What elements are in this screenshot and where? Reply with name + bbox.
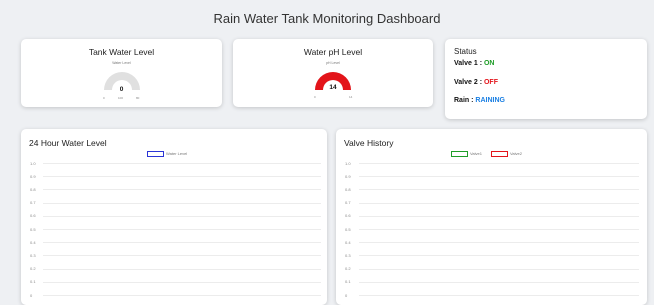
y-tick-label: 0.8 [30,186,36,192]
grid-line [43,189,321,191]
legend-swatch [147,151,164,157]
y-tick-label: 0.9 [30,173,36,179]
legend-item[interactable]: Water Level [147,151,187,157]
valve2-status: Valve 2 : OFF [454,79,498,86]
tank-min-label: 0 [103,96,105,100]
grid-line [359,202,639,204]
valve-history-chart-title: Valve History [344,138,394,148]
grid-line [359,255,639,257]
tank-max-label: 80 [136,96,140,100]
tank-level-title: Tank Water Level [88,47,155,57]
ph-gauge-label: pH Level [326,61,340,65]
y-tick-label: 0.7 [345,200,351,206]
tank-gauge-label: Water Level [112,61,131,65]
grid-line [43,255,321,257]
valve1-label: Valve 1 : [454,60,484,67]
grid-line [43,202,321,204]
ph-min-label: 0 [314,95,316,99]
rain-label: Rain : [454,97,476,104]
grid-line [43,295,321,296]
y-tick-label: 1.0 [30,160,36,166]
y-tick-label: 0.1 [30,279,36,285]
grid-line [43,229,321,230]
grid-line [359,189,639,191]
y-tick-label: 0.4 [30,239,36,245]
ph-max-label: 14 [349,95,353,99]
y-tick-label: 1.0 [345,160,351,166]
legend-item[interactable]: Valve1 [451,151,482,157]
water-level-chart-title: 24 Hour Water Level [29,138,107,148]
valve1-value: ON [483,60,495,67]
y-tick-label: 0.6 [345,213,351,219]
y-tick-label: 0.5 [30,226,36,232]
grid-line [359,268,639,270]
grid-line [43,215,321,217]
valve1-status: Valve 1 : ON [454,60,494,67]
ph-level-value: 14 [329,84,337,91]
legend-swatch [491,151,508,157]
grid-line [359,163,639,164]
legend-label: Valve2 [510,151,522,157]
grid-line [359,242,639,244]
y-tick-label: 0.2 [345,266,351,272]
legend-item[interactable]: Valve2 [491,151,522,157]
grid-line [359,229,639,230]
valve2-value: OFF [483,79,498,86]
tank-level-value: 0 [119,86,124,93]
water-level-chart-card: 24 Hour Water Level 1.0 0.9 0.8 0.7 0.6 0.5 0.… [21,129,327,305]
legend-swatch [451,151,468,157]
y-tick-label: 0.1 [345,279,351,285]
status-card: Status Valve 1 : ON Valve 2 : OFF Rain :… [445,39,647,119]
y-tick-label: 0 [345,292,348,298]
y-tick-label: 0.3 [345,252,351,258]
y-tick-label: 0.8 [345,186,351,192]
valve2-label: Valve 2 : [454,79,484,86]
y-tick-label: 0.3 [30,252,36,258]
rain-status: Rain : RAINING [454,97,505,104]
grid-line [359,281,639,283]
page-title: Rain Water Tank Monitoring Dashboard [213,11,441,26]
tank-level-card: Tank Water Level Water Level 0 0 100 80 [21,39,222,107]
y-tick-label: 0.7 [30,200,36,206]
grid-line [359,295,639,296]
grid-line [43,242,321,244]
y-tick-label: 0.9 [345,173,351,179]
legend-label: Valve1 [470,151,482,157]
y-tick-label: 0 [30,292,33,298]
y-tick-label: 0.2 [30,266,36,272]
ph-level-card: Water pH Level pH Level 14 0 14 [233,39,433,107]
tank-mid-label: 100 [118,96,124,100]
grid-line [43,176,321,178]
y-tick-label: 0.4 [345,239,351,245]
grid-line [43,281,321,283]
y-tick-label: 0.6 [30,213,36,219]
ph-level-title: Water pH Level [303,47,363,57]
rain-value: RAINING [475,97,505,104]
grid-line [43,163,321,164]
valve-history-chart-card: Valve History 1.0 0.9 0.8 0.7 0.6 0.5 0.4 0.3 0.… [336,129,647,305]
legend-label: Water Level [166,151,188,157]
y-tick-label: 0.5 [345,226,351,232]
status-title: Status [454,47,477,56]
grid-line [359,176,639,178]
grid-line [43,268,321,270]
grid-line [359,215,639,217]
